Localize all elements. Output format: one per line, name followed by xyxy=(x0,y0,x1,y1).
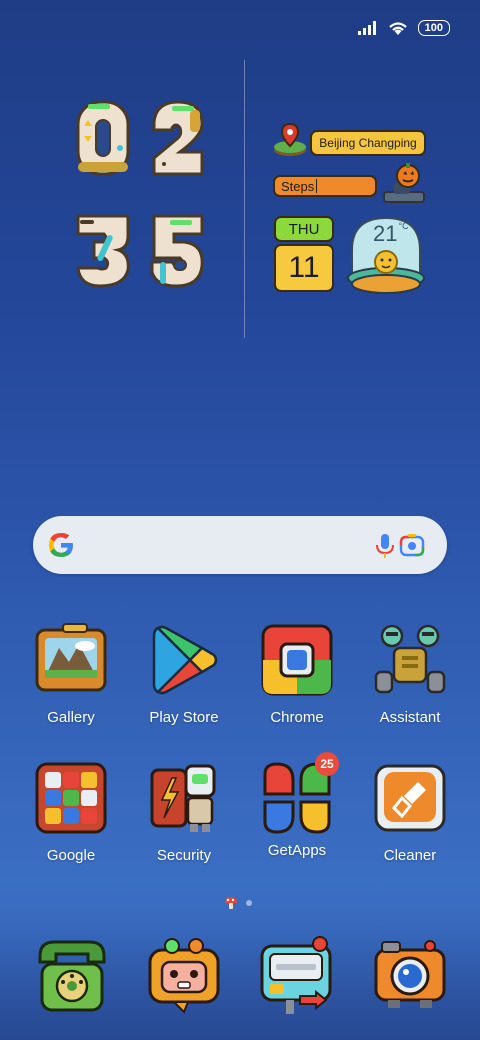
clock-hours xyxy=(72,100,212,176)
chrome-icon xyxy=(261,624,333,696)
app-play-store[interactable]: Play Store xyxy=(124,622,244,726)
app-label: Cleaner xyxy=(383,847,437,864)
settings-icon[interactable] xyxy=(256,936,336,1016)
app-label: Security xyxy=(156,847,212,864)
app-chrome[interactable]: Chrome xyxy=(237,622,357,726)
hour-digit-2 xyxy=(152,100,204,176)
status-bar: 100 xyxy=(357,18,450,38)
cleaner-icon xyxy=(374,764,446,832)
google-folder-icon xyxy=(35,762,107,834)
assistant-icon xyxy=(374,624,446,694)
app-label: Google xyxy=(46,847,96,864)
steps-progress-marker xyxy=(316,179,318,193)
pumpkin-runner-icon xyxy=(383,163,425,203)
app-label: GetApps xyxy=(267,842,327,859)
hour-digit-0 xyxy=(76,100,130,176)
app-gallery[interactable]: Gallery xyxy=(11,622,131,726)
location-pin-icon xyxy=(274,122,306,156)
widget-divider xyxy=(244,60,245,338)
getapps-icon-wrapper: 25 xyxy=(259,752,339,836)
minute-digit-3 xyxy=(76,214,130,288)
date-label[interactable]: 11 xyxy=(274,244,334,292)
mushroom-page-icon xyxy=(225,897,237,909)
app-google-folder[interactable]: Google xyxy=(11,760,131,864)
location-label[interactable]: Beijing Changping xyxy=(310,130,426,156)
clock-minutes xyxy=(72,212,212,288)
google-search-bar[interactable] xyxy=(33,516,447,574)
app-security[interactable]: Security xyxy=(124,760,244,864)
battery-indicator: 100 xyxy=(417,20,450,36)
steps-label: Steps xyxy=(281,178,315,194)
temperature-label: 21°C xyxy=(373,221,409,246)
microphone-icon[interactable] xyxy=(375,533,395,559)
page-dot xyxy=(246,900,252,906)
google-logo-icon xyxy=(49,533,73,557)
weekday-label: THU xyxy=(274,216,334,242)
security-icon xyxy=(150,764,216,832)
gallery-icon xyxy=(35,623,107,692)
app-label: Chrome xyxy=(270,709,324,726)
signal-icon xyxy=(357,21,376,35)
app-label: Assistant xyxy=(379,709,441,726)
phone-icon[interactable] xyxy=(32,936,112,1016)
app-getapps[interactable]: 25 GetApps xyxy=(237,752,357,859)
app-label: Play Store xyxy=(149,709,219,726)
steps-widget[interactable]: Steps xyxy=(273,175,377,197)
app-assistant[interactable]: Assistant xyxy=(350,622,470,726)
lens-camera-icon[interactable] xyxy=(399,533,425,557)
play-store-icon xyxy=(152,625,218,695)
camera-icon[interactable] xyxy=(370,936,450,1016)
app-label: Gallery xyxy=(47,709,95,726)
wifi-icon xyxy=(388,21,407,35)
notification-badge: 25 xyxy=(315,752,339,776)
minute-digit-5 xyxy=(150,214,204,288)
messages-icon[interactable] xyxy=(144,936,224,1016)
page-indicator[interactable] xyxy=(224,896,252,910)
app-cleaner[interactable]: Cleaner xyxy=(350,760,470,864)
